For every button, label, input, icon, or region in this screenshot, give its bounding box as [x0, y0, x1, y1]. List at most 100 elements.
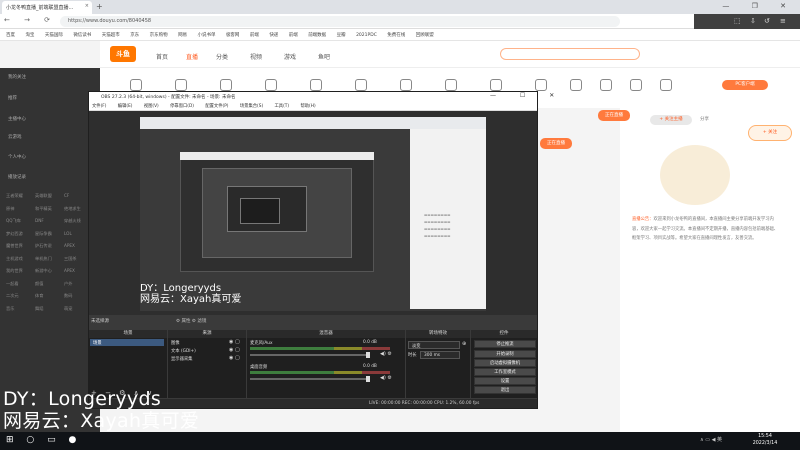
menu-docks[interactable]: 停靠窗口(D): [170, 104, 194, 109]
bookmark[interactable]: 免费在线: [387, 33, 405, 38]
category-icon[interactable]: [310, 79, 322, 91]
sidebar-item[interactable]: 推荐: [8, 95, 17, 101]
mute-icon[interactable]: ◀) ⚙: [380, 351, 392, 357]
bookmark[interactable]: 百度: [6, 33, 15, 38]
follow-anchor-button[interactable]: + 关注主播: [650, 115, 692, 125]
exit-button[interactable]: 退出: [474, 386, 536, 394]
add-transition-icon[interactable]: ⊕: [462, 341, 466, 347]
category-link[interactable]: 和平精英: [35, 203, 64, 216]
url-field[interactable]: https://www.douyu.com/8040458: [60, 16, 620, 27]
stop-stream-button[interactable]: 停止推流: [474, 340, 536, 348]
category-link[interactable]: 一起看: [6, 278, 35, 291]
virtual-camera-button[interactable]: 启动虚拟摄像机: [474, 359, 536, 367]
visibility-icon[interactable]: ◉ ▢: [229, 355, 240, 361]
menu-scene-collection[interactable]: 场景集合(S): [240, 104, 263, 109]
bookmark[interactable]: 前端数据: [308, 33, 326, 38]
visibility-icon[interactable]: ◉ ▢: [229, 347, 240, 353]
new-tab-button[interactable]: +: [96, 2, 103, 11]
mute-icon[interactable]: ◀) ⚙: [380, 375, 392, 381]
system-tray[interactable]: ∧ ▭ ◀ 英: [700, 436, 722, 443]
category-link[interactable]: 魔兽世界: [6, 240, 35, 253]
bookmark[interactable]: 豆瓣: [337, 33, 346, 38]
nav-games[interactable]: 游戏: [284, 52, 296, 61]
bookmark[interactable]: 前端: [250, 33, 259, 38]
category-icon[interactable]: [600, 79, 612, 91]
history-icon[interactable]: ↺: [764, 17, 770, 25]
tab-close-icon[interactable]: ×: [85, 3, 89, 9]
bookmark[interactable]: 极客网: [226, 33, 240, 38]
category-link[interactable]: 颜值: [35, 278, 64, 291]
category-link[interactable]: 我的世界: [6, 265, 35, 278]
category-link[interactable]: 音乐: [6, 303, 35, 316]
nav-live[interactable]: 直播: [186, 52, 198, 61]
category-icon[interactable]: [400, 79, 412, 91]
source-item[interactable]: 文本 (GDI+): [171, 348, 196, 354]
bookmark[interactable]: 京东: [130, 33, 139, 38]
browser-window-controls[interactable]: — ❐ ✕: [722, 2, 796, 10]
obs-window-controls[interactable]: — ☐ ✕: [490, 92, 565, 99]
start-recording-button[interactable]: 开始录制: [474, 350, 536, 358]
bookmark[interactable]: 微信读书: [73, 33, 91, 38]
category-icon[interactable]: [355, 79, 367, 91]
category-link[interactable]: 炉石传说: [35, 240, 64, 253]
menu-edit[interactable]: 编辑(E): [118, 104, 133, 109]
visibility-icon[interactable]: ◉ ▢: [229, 339, 240, 345]
sidebar-item[interactable]: 云游戏: [8, 134, 22, 140]
download-icon[interactable]: ⇩: [750, 17, 756, 25]
bookmark[interactable]: 网易: [178, 33, 187, 38]
category-icon[interactable]: [570, 79, 582, 91]
volume-knob[interactable]: [366, 376, 370, 382]
bookmark[interactable]: 前端: [289, 33, 298, 38]
category-link[interactable]: QQ飞车: [6, 215, 35, 228]
category-link[interactable]: 主机游戏: [6, 253, 35, 266]
duration-input[interactable]: 300 ms: [420, 351, 460, 359]
category-link[interactable]: DNF: [35, 215, 64, 228]
volume-knob[interactable]: [366, 352, 370, 358]
bookmark[interactable]: 2021PDC: [356, 33, 377, 38]
menu-profile[interactable]: 配置文件(P): [205, 104, 228, 109]
bookmark[interactable]: 天猫超市: [102, 33, 120, 38]
taskbar-app-icons[interactable]: ⊞ ○ ▭ ●: [6, 435, 81, 445]
bookmark[interactable]: 回顾联盟: [416, 33, 434, 38]
source-props-buttons[interactable]: ⚙ 属性 ⚙ 滤镜: [176, 318, 206, 324]
category-link[interactable]: 星际争霸: [35, 228, 64, 241]
browser-tab[interactable]: 小龙冬鸭直播_前端联盟直播... ×: [2, 1, 92, 14]
taskbar-clock[interactable]: 15:54 2022/3/14: [746, 433, 784, 447]
category-link[interactable]: 新游中心: [35, 265, 64, 278]
extensions-icon[interactable]: ⬚: [734, 17, 741, 25]
douyu-logo[interactable]: 斗鱼: [110, 46, 136, 62]
source-item[interactable]: 图像: [171, 340, 180, 346]
category-icon[interactable]: [535, 79, 547, 91]
category-link[interactable]: 体育: [35, 290, 64, 303]
volume-slider[interactable]: [250, 378, 370, 380]
sidebar-item[interactable]: 我的关注: [8, 74, 26, 80]
sidebar-item[interactable]: 播放记录: [8, 174, 26, 180]
studio-mode-button[interactable]: 工作室模式: [474, 368, 536, 376]
sidebar-item[interactable]: 主播中心: [8, 116, 26, 122]
category-icon[interactable]: [175, 79, 187, 91]
settings-button[interactable]: 设置: [474, 377, 536, 385]
nav-category[interactable]: 分类: [216, 52, 228, 61]
pc-client-button[interactable]: PC客户端: [722, 80, 768, 90]
category-link[interactable]: 梦幻西游: [6, 228, 35, 241]
bookmark[interactable]: 京东购物: [150, 33, 168, 38]
category-link[interactable]: 二次元: [6, 290, 35, 303]
category-link[interactable]: 单机热门: [35, 253, 64, 266]
volume-slider[interactable]: [250, 354, 370, 356]
menu-tools[interactable]: 工具(T): [275, 104, 290, 109]
bookmark[interactable]: 小说书单: [198, 33, 216, 38]
douyu-search-input[interactable]: [500, 48, 640, 60]
menu-file[interactable]: 文件(F): [92, 104, 106, 109]
category-link[interactable]: 王者荣耀: [6, 190, 35, 203]
plus-follow-badge[interactable]: + 关注: [748, 125, 792, 141]
source-item[interactable]: 显示器采集: [171, 356, 192, 362]
bookmark[interactable]: 天猫国际: [45, 33, 63, 38]
share-button[interactable]: 分享: [700, 115, 720, 125]
nav-video[interactable]: 视频: [250, 52, 262, 61]
category-icon[interactable]: [630, 79, 642, 91]
sidebar-item[interactable]: 个人中心: [8, 154, 26, 160]
nav-home[interactable]: 首页: [156, 52, 168, 61]
menu-view[interactable]: 视图(V): [144, 104, 159, 109]
category-icon[interactable]: [490, 79, 502, 91]
menu-icon[interactable]: ≡: [780, 17, 786, 25]
